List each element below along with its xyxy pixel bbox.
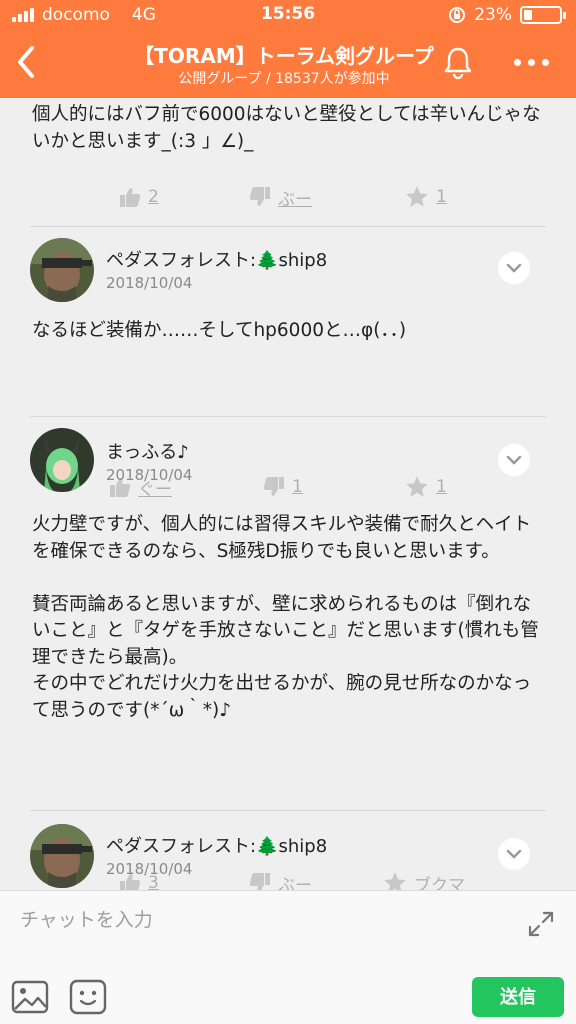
author-name[interactable]: まっふる♪ xyxy=(106,438,189,464)
like-button[interactable]: 2 xyxy=(118,182,159,212)
battery-percent: 23% xyxy=(474,5,512,25)
orientation-lock-icon xyxy=(449,7,466,23)
star-count: 1 xyxy=(436,187,447,207)
bookmark-button[interactable]: ブクマ xyxy=(382,868,465,890)
status-bar: docomo 4G 15:56 23% xyxy=(0,0,576,30)
star-button[interactable]: 1 xyxy=(404,472,447,502)
divider xyxy=(30,810,546,811)
photo-icon[interactable] xyxy=(10,979,50,1015)
star-icon xyxy=(406,186,428,207)
chat-composer: チャットを入力 送信 xyxy=(0,890,576,1024)
post-date: 2018/10/04 xyxy=(106,274,193,292)
battery-icon xyxy=(520,6,566,24)
post-date: 2018/10/04 xyxy=(106,466,193,484)
thumbs-down-icon xyxy=(249,873,270,890)
thumbs-up-icon xyxy=(120,188,141,207)
comment-body: 火力壁ですが、個人的には習得スキルや装備で耐久とヘイトを確保できるのなら、S極残… xyxy=(32,514,539,721)
divider xyxy=(30,416,546,417)
chevron-down-icon[interactable] xyxy=(498,444,530,476)
header: 【TORAM】トーラム剣グループ 公開グループ / 18537人が参加中 xyxy=(0,30,576,98)
author-name[interactable]: ペダスフォレスト:🌲ship8 xyxy=(106,246,327,272)
dislike-button[interactable]: 1 xyxy=(262,472,303,502)
expand-icon[interactable] xyxy=(526,909,556,939)
comment-actions: 2 ぶー 1 xyxy=(0,182,576,212)
like-count: 2 xyxy=(148,187,159,207)
dislike-button[interactable]: ぶー xyxy=(248,868,312,890)
dislike-count: 1 xyxy=(292,477,303,497)
divider xyxy=(30,226,546,227)
group-subtitle: 公開グループ / 18537人が参加中 xyxy=(178,71,390,87)
dislike-button[interactable]: ぶー xyxy=(248,182,312,212)
avatar[interactable] xyxy=(30,428,94,492)
back-icon[interactable] xyxy=(12,42,40,82)
chevron-down-icon[interactable] xyxy=(498,252,530,284)
avatar[interactable] xyxy=(30,238,94,302)
more-icon[interactable] xyxy=(514,50,554,74)
bell-icon[interactable] xyxy=(440,44,476,80)
top-bar: docomo 4G 15:56 23% 【TORAM】トーラム剣グループ 公開グ… xyxy=(0,0,576,98)
thumbs-down-icon xyxy=(249,187,270,206)
thumbs-down-icon xyxy=(263,477,284,496)
avatar[interactable] xyxy=(30,824,94,888)
comment-feed[interactable]: 個人的にはバフ前で6000はないと壁役としては辛いんじゃないかと思います_(:3… xyxy=(0,98,576,890)
comment-body: 個人的にはバフ前で6000はないと壁役としては辛いんじゃないかと思います_(:3… xyxy=(32,104,541,152)
post-date: 2018/10/04 xyxy=(106,860,193,878)
star-icon xyxy=(406,476,428,497)
comment-body: なるほど装備か……そしてhp6000と…φ(．．) xyxy=(32,320,407,341)
star-count: 1 xyxy=(436,477,447,497)
dislike-label: ぶー xyxy=(278,189,312,210)
chevron-down-icon[interactable] xyxy=(498,838,530,870)
sticker-icon[interactable] xyxy=(68,978,108,1016)
author-name[interactable]: ペダスフォレスト:🌲ship8 xyxy=(106,832,327,858)
send-button[interactable]: 送信 xyxy=(472,977,564,1017)
star-button[interactable]: 1 xyxy=(404,182,447,212)
bookmark-label: ブクマ xyxy=(414,875,465,891)
group-title: 【TORAM】トーラム剣グループ xyxy=(134,44,434,68)
star-icon xyxy=(384,872,406,890)
chat-input[interactable]: チャットを入力 xyxy=(20,905,153,932)
dislike-label: ぶー xyxy=(278,875,312,891)
